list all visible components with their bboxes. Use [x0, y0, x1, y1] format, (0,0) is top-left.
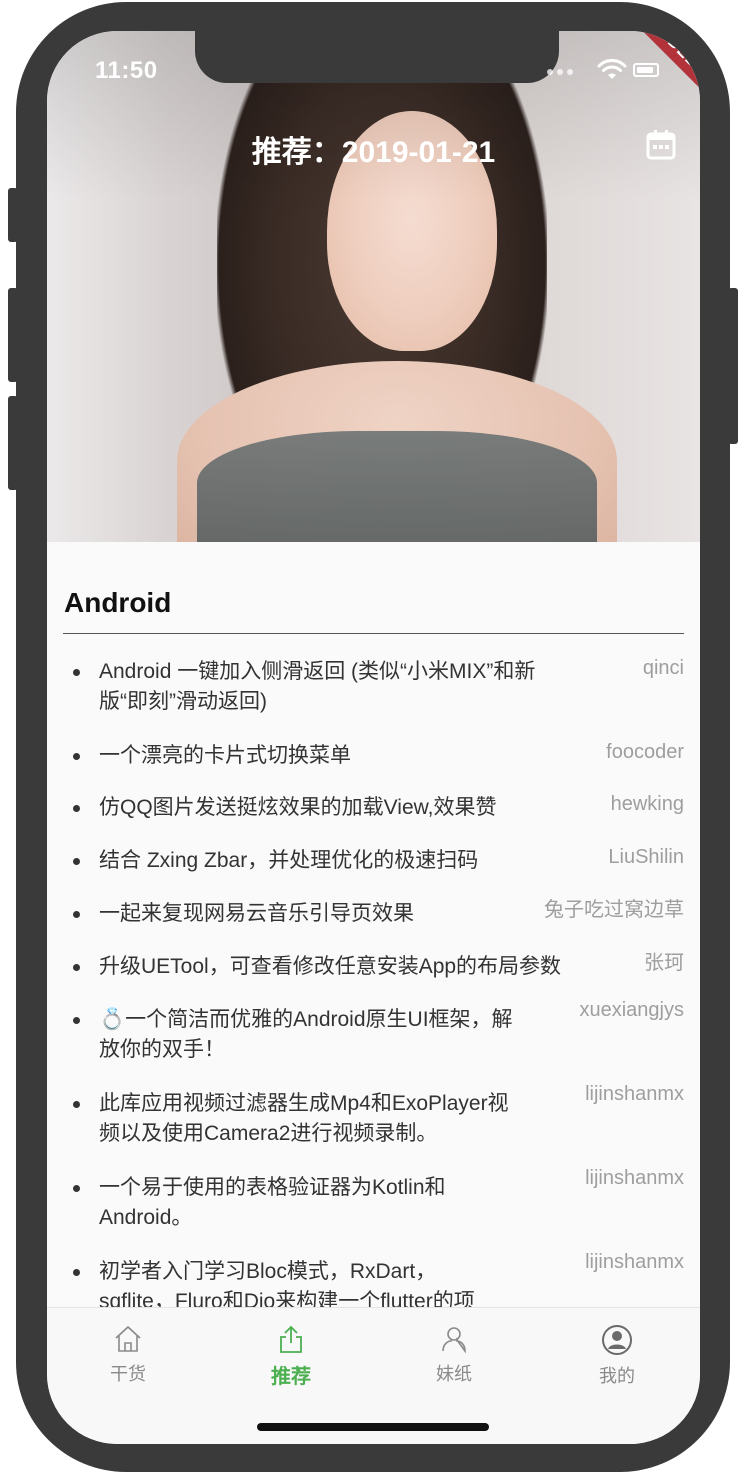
item-author: LiuShilin	[608, 846, 684, 868]
tab-label: 我的	[599, 1366, 635, 1386]
page-title: 推荐：2019-01-21	[251, 136, 496, 169]
wifi-icon	[597, 59, 627, 79]
list-item[interactable]: 一个漂亮的卡片式切换菜单 foocoder	[47, 737, 700, 789]
item-author: foocoder	[606, 741, 684, 763]
tab-label: 妹纸	[436, 1364, 472, 1384]
tab-wode[interactable]: 我的	[557, 1324, 677, 1388]
home-icon	[115, 1325, 141, 1352]
item-author: lijinshanmx	[585, 1083, 684, 1105]
item-title: 结合 Zxing Zbar，并处理优化的极速扫码	[99, 849, 479, 872]
item-author: lijinshanmx	[585, 1251, 684, 1273]
person-outline-icon	[442, 1327, 466, 1354]
tab-label: 干货	[110, 1364, 146, 1384]
item-title: 一个易于使用的表格验证器为Kotlin和 Android。	[99, 1176, 446, 1229]
list-item[interactable]: 升级UETool，可查看修改任意安装App的布局参数 张珂	[47, 948, 700, 1001]
bullet	[73, 858, 80, 865]
app-screen: 11:50 DEBUG 推荐：2019-01-21 Android Androi…	[47, 31, 700, 1444]
battery-icon	[633, 63, 659, 77]
item-title: 此库应用视频过滤器生成Mp4和ExoPlayer视 频以及使用Camera2进行视…	[99, 1092, 509, 1145]
bullet	[73, 669, 80, 676]
item-title: 💍一个简洁而优雅的Android原生UI框架，解 放你的双手！	[99, 1008, 513, 1061]
list-item[interactable]: Android 一键加入侧滑返回 (类似“小米MIX”和新 版“即刻”滑动返回) …	[47, 653, 700, 737]
section-title: Android	[64, 587, 172, 618]
home-indicator[interactable]	[257, 1423, 489, 1431]
list-item[interactable]: 一个易于使用的表格验证器为Kotlin和 Android。 lijinshanmx	[47, 1167, 700, 1253]
item-author: xuexiangjys	[579, 999, 684, 1021]
bullet	[73, 1269, 80, 1276]
tab-tuijian[interactable]: 推荐	[231, 1324, 351, 1389]
item-title: 一个漂亮的卡片式切换菜单	[99, 744, 351, 767]
list-item[interactable]: 仿QQ图片发送挺炫效果的加载View,效果赞 hewking	[47, 789, 700, 842]
bullet	[73, 1017, 80, 1024]
hero-photo-top	[197, 431, 597, 542]
item-title: 一起来复现网易云音乐引导页效果	[99, 902, 414, 925]
item-title: 升级UETool，可查看修改任意安装App的布局参数	[99, 955, 562, 978]
item-author: 张珂	[644, 952, 684, 974]
bullet	[73, 911, 80, 918]
list-item[interactable]: 结合 Zxing Zbar，并处理优化的极速扫码 LiuShilin	[47, 842, 700, 895]
calendar-icon[interactable]	[645, 129, 677, 161]
item-author: hewking	[610, 793, 684, 815]
account-circle-icon	[602, 1325, 632, 1355]
status-time: 11:50	[95, 57, 158, 84]
item-title: 仿QQ图片发送挺炫效果的加载View,效果赞	[99, 796, 497, 819]
tab-ganhuo[interactable]: 干货	[68, 1324, 188, 1386]
article-list: Android 一键加入侧滑返回 (类似“小米MIX”和新 版“即刻”滑动返回) …	[47, 653, 700, 1337]
bullet	[73, 805, 80, 812]
share-icon	[280, 1325, 302, 1353]
bullet	[73, 1185, 80, 1192]
tab-label: 推荐	[271, 1366, 311, 1388]
bullet	[73, 1101, 80, 1108]
cellular-signal-icon	[547, 69, 573, 75]
item-title: Android 一键加入侧滑返回 (类似“小米MIX”和新 版“即刻”滑动返回)	[99, 660, 536, 713]
list-item[interactable]: 💍一个简洁而优雅的Android原生UI框架，解 放你的双手！ xuexiangj…	[47, 999, 700, 1085]
tab-meizhi[interactable]: 妹纸	[394, 1324, 514, 1386]
hero-image[interactable]	[47, 31, 700, 542]
item-author: qinci	[642, 657, 684, 679]
list-item[interactable]: 一起来复现网易云音乐引导页效果 兔子吃过窝边草	[47, 895, 700, 948]
bullet	[73, 753, 80, 760]
list-item[interactable]: 此库应用视频过滤器生成Mp4和ExoPlayer视 频以及使用Camera2进行视…	[47, 1083, 700, 1169]
bullet	[73, 964, 80, 971]
item-author: lijinshanmx	[585, 1167, 684, 1189]
section-divider	[63, 633, 684, 634]
device-notch	[195, 31, 559, 83]
item-author: 兔子吃过窝边草	[544, 899, 684, 921]
